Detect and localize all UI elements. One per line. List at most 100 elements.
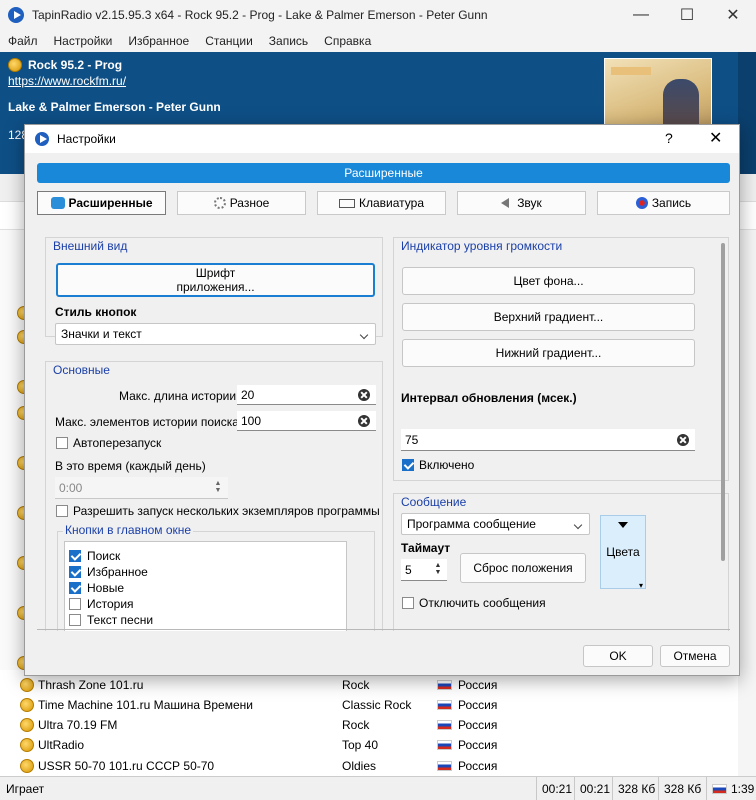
new-checkbox[interactable] — [69, 582, 81, 594]
tab-sound[interactable]: Звук — [457, 191, 586, 215]
cancel-button[interactable]: Отмена — [660, 645, 730, 667]
disable-messages-checkbox[interactable] — [402, 597, 414, 609]
refresh-interval-label: Интервал обновления (мсек.) — [401, 391, 577, 405]
app-font-button[interactable]: Шрифт приложения... — [56, 263, 375, 297]
minimize-button[interactable]: — — [618, 0, 664, 30]
colors-button[interactable]: Цвета ▾ — [600, 515, 646, 590]
russia-flag-icon — [437, 720, 452, 730]
settings-dialog: Настройки ? ✕ Расширенные Расширенные Ра… — [24, 124, 740, 676]
button-style-label: Стиль кнопок — [55, 305, 137, 319]
status-bar: Играет 00:21 00:21 328 Кб 328 Кб 1:39 — [0, 776, 756, 800]
history-length-label: Макс. длина истории — [119, 389, 237, 403]
ok-button[interactable]: OK — [583, 645, 653, 667]
dialog-title: Настройки — [57, 132, 116, 146]
menu-file[interactable]: Файл — [8, 34, 38, 48]
help-button[interactable]: ? — [665, 130, 673, 146]
station-coin-icon — [20, 678, 34, 692]
search-history-input[interactable]: 100 — [237, 411, 376, 431]
station-coin-icon — [8, 58, 22, 72]
station-list-scrollbar[interactable] — [738, 230, 756, 776]
tab-misc[interactable]: Разное — [177, 191, 306, 215]
favorites-checkbox[interactable] — [69, 566, 81, 578]
reset-position-button[interactable]: Сброс положения — [460, 553, 586, 583]
clear-icon[interactable] — [358, 415, 370, 427]
russia-flag-icon — [437, 740, 452, 750]
advanced-icon — [50, 197, 65, 209]
tab-advanced[interactable]: Расширенные — [37, 191, 166, 215]
russia-flag-icon — [437, 680, 452, 690]
menu-stations[interactable]: Станции — [205, 34, 253, 48]
search-history-label: Макс. элементов истории поиска — [55, 415, 239, 429]
time-spinner-icon[interactable]: ▲ ▼ — [212, 480, 224, 494]
station-row[interactable]: Thrash Zone 101.ru Rock Россия — [0, 675, 738, 695]
speaker-icon — [501, 198, 510, 208]
refresh-interval-input[interactable]: 75 — [401, 429, 695, 451]
station-row[interactable]: Time Machine 101.ru Машина Времени Class… — [0, 695, 738, 715]
timeout-label: Таймаут — [401, 541, 451, 555]
autorestart-checkbox[interactable] — [56, 437, 68, 449]
station-coin-icon — [20, 738, 34, 752]
station-list-icons-column — [0, 230, 31, 670]
dialog-close-button[interactable]: ✕ — [709, 128, 722, 148]
station-row[interactable]: UltRadio Top 40 Россия — [0, 735, 738, 755]
message-type-select[interactable]: Программа сообщение — [401, 513, 590, 535]
dialog-titlebar: Настройки ? ✕ — [25, 125, 739, 153]
main-window-buttons-title: Кнопки в главном окне — [63, 523, 194, 537]
window-title: TapinRadio v2.15.95.3 x64 - Rock 95.2 - … — [32, 8, 488, 22]
bottom-gradient-button[interactable]: Нижний градиент... — [402, 339, 695, 367]
maximize-button[interactable]: ☐ — [664, 0, 710, 30]
meter-enabled-label: Включено — [419, 458, 475, 472]
history-length-input[interactable]: 20 — [237, 385, 376, 405]
top-gradient-button[interactable]: Верхний градиент... — [402, 303, 695, 331]
station-coin-icon — [20, 759, 34, 773]
gear-icon — [213, 197, 226, 209]
now-playing-scrollbar[interactable] — [738, 52, 756, 174]
lyrics-checkbox[interactable] — [69, 614, 81, 626]
settings-scrollbar[interactable] — [721, 243, 725, 561]
search-checkbox[interactable] — [69, 550, 81, 562]
disable-messages-label: Отключить сообщения — [419, 596, 546, 610]
clear-icon[interactable] — [358, 389, 370, 401]
menu-favorites[interactable]: Избранное — [128, 34, 189, 48]
dropdown-arrow-icon — [618, 522, 628, 528]
background-color-button[interactable]: Цвет фона... — [402, 267, 695, 295]
tab-keyboard[interactable]: Клавиатура — [317, 191, 446, 215]
restart-time-input[interactable]: 0:00 ▲ ▼ — [55, 477, 228, 499]
history-checkbox[interactable] — [69, 598, 81, 610]
russia-flag-icon — [712, 784, 727, 794]
station-row[interactable]: Ultra 70.19 FM Rock Россия — [0, 715, 738, 735]
station-coin-icon — [20, 698, 34, 712]
menu-settings[interactable]: Настройки — [54, 34, 113, 48]
autorestart-label: Автоперезапуск — [73, 436, 162, 450]
timeout-input[interactable]: 5 ▲ ▼ — [401, 559, 447, 581]
record-icon — [635, 197, 648, 209]
timeout-spinner-icon[interactable]: ▲ ▼ — [432, 562, 444, 576]
message-group-title: Сообщение — [399, 495, 469, 509]
multi-instance-checkbox[interactable] — [56, 505, 68, 517]
keyboard-icon — [339, 198, 355, 208]
station-row[interactable]: USSR 50-70 101.ru СССР 50-70 Oldies Росс… — [0, 756, 738, 776]
at-time-label: В это время (каждый день) — [55, 459, 206, 473]
volume-meter-group-title: Индикатор уровня громкости — [399, 239, 565, 253]
tab-record[interactable]: Запись — [597, 191, 730, 215]
menu-record[interactable]: Запись — [269, 34, 308, 48]
recorded-size: 328 Кб — [658, 777, 706, 800]
menu-bar: Файл Настройки Избранное Станции Запись … — [0, 30, 756, 52]
close-button[interactable]: ✕ — [710, 0, 756, 30]
main-settings-group-title: Основные — [51, 363, 112, 377]
tapinradio-app-icon — [8, 7, 24, 23]
clear-icon[interactable] — [677, 434, 689, 446]
now-playing-track: Lake & Palmer Emerson - Peter Gunn — [8, 100, 221, 114]
settings-content: Внешний вид Шрифт приложения... Стиль кн… — [37, 223, 730, 631]
status-clock: 1:39 — [731, 782, 755, 796]
main-titlebar: TapinRadio v2.15.95.3 x64 - Rock 95.2 - … — [0, 0, 756, 30]
meter-enabled-checkbox[interactable] — [402, 459, 414, 471]
button-style-select[interactable]: Значки и текст — [55, 323, 376, 345]
station-url-link[interactable]: https://www.rockfm.ru/ — [8, 74, 126, 88]
elapsed-time: 00:21 — [536, 777, 574, 800]
menu-help[interactable]: Справка — [324, 34, 371, 48]
buffer-size: 328 Кб — [612, 777, 658, 800]
horizontal-scrollbar[interactable] — [37, 629, 730, 630]
russia-flag-icon — [437, 700, 452, 710]
status-clock-cell: 1:39 — [706, 777, 756, 800]
